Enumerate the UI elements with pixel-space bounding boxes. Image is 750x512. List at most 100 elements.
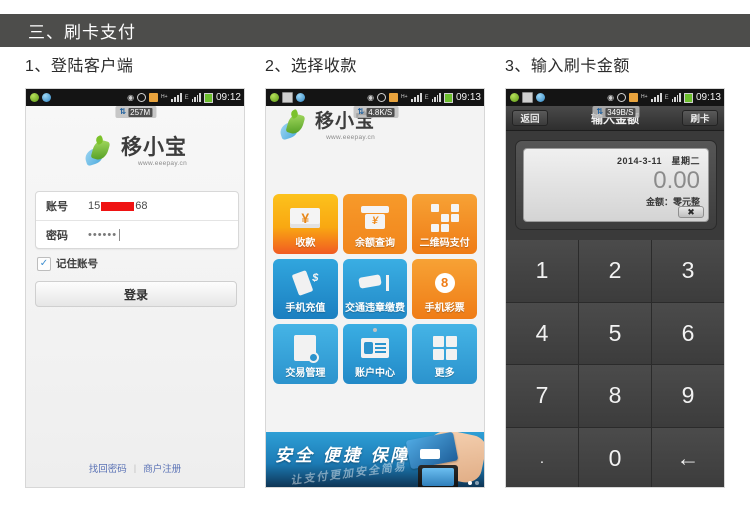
tile-label: 交通违章缴费 xyxy=(344,303,405,314)
tile-mobile-lottery[interactable]: 8 手机彩票 xyxy=(412,259,477,319)
alarm-clock-icon xyxy=(617,93,627,102)
key-0[interactable]: 0 xyxy=(579,427,651,487)
lottery-ball-icon: 8 xyxy=(412,266,477,299)
app-notification-icon xyxy=(30,93,39,102)
edge-label-icon: E xyxy=(184,94,189,101)
key-2[interactable]: 2 xyxy=(579,240,651,302)
key-7[interactable]: 7 xyxy=(506,365,578,427)
amount-display: 2014-3-11 星期二 0.00 金额：零元整 ✖ xyxy=(523,148,709,222)
signal-bars-icon xyxy=(170,93,182,102)
status-bar-3: ◉ H+ E 09:13 xyxy=(506,89,724,106)
back-button[interactable]: 返回 xyxy=(512,110,548,126)
account-card-icon xyxy=(343,331,408,364)
brand-text-1: 移小宝 www.eeepay.cn xyxy=(121,136,187,168)
tile-transaction-management[interactable]: 交易管理 xyxy=(273,324,338,384)
password-label: 密码 xyxy=(46,229,68,242)
section-title: 三、刷卡支付 xyxy=(28,23,136,42)
step-captions: 1、登陆客户端 2、选择收款 3、输入刷卡金额 xyxy=(0,52,750,82)
forgot-password-link[interactable]: 找回密码 xyxy=(89,461,127,475)
tile-qrcode-payment[interactable]: 二维码支付 xyxy=(412,194,477,254)
hsdpa-label-icon: H+ xyxy=(401,94,408,100)
tile-collect-payment[interactable]: ¥ 收款 xyxy=(273,194,338,254)
key-5[interactable]: 5 xyxy=(579,302,651,364)
password-input[interactable]: •••••• xyxy=(88,228,121,241)
login-bottom-links: 找回密码 | 商户注册 xyxy=(26,461,244,476)
status-bar-left-icons-3 xyxy=(510,92,545,103)
leaf-logo-icon xyxy=(278,108,310,142)
signal-bars-icon xyxy=(650,93,662,102)
tile-account-center[interactable]: 账户中心 xyxy=(342,324,408,384)
battery-icon xyxy=(683,92,693,103)
merchant-register-link[interactable]: 商户注册 xyxy=(143,461,181,475)
tile-balance-query[interactable]: ¥ 余额查询 xyxy=(342,194,408,254)
phone-screenshot-amount-entry: ◉ H+ E 09:13 ⇅ 349B/S 返回 刷卡 输入金额 2014-3-… xyxy=(505,88,725,488)
tile-label: 二维码支付 xyxy=(419,238,470,249)
key-decimal-point[interactable]: . xyxy=(506,427,578,487)
network-speed-badge-2: ⇅ 4.8K/S xyxy=(353,106,399,118)
eye-icon: ◉ xyxy=(607,93,615,102)
account-redaction-bar xyxy=(101,201,135,211)
key-6[interactable]: 6 xyxy=(652,302,724,364)
status-bar-left-icons-1 xyxy=(30,93,51,102)
network-speed-value-3: 349B/S xyxy=(605,107,636,117)
display-date: 2014-3-11 星期二 xyxy=(616,156,700,166)
status-bar-clock-1: 09:12 xyxy=(215,92,241,103)
tile-more[interactable]: 更多 xyxy=(412,324,477,384)
remember-account-label: 记住账号 xyxy=(56,258,98,270)
edge-label-icon: E xyxy=(664,94,669,101)
atm-balance-icon: ¥ xyxy=(343,201,408,234)
status-bar-2: ◉ H+ E 09:13 xyxy=(266,89,484,106)
numeric-keypad: 1 2 3 4 5 6 7 8 9 . 0 ← xyxy=(506,240,724,487)
key-9[interactable]: 9 xyxy=(652,365,724,427)
password-masked-value: •••••• xyxy=(88,228,118,241)
hsdpa-label-icon: H+ xyxy=(641,94,648,100)
tile-label: 余额查询 xyxy=(354,238,395,249)
qrcode-icon xyxy=(412,201,477,234)
account-row[interactable]: 账号 15 68 xyxy=(36,192,238,220)
key-1[interactable]: 1 xyxy=(506,240,578,302)
remember-account-checkbox[interactable]: ✓ xyxy=(37,256,51,271)
amount-entry-body: 返回 刷卡 输入金额 2014-3-11 星期二 0.00 金额：零元整 ✖ 1… xyxy=(506,106,724,487)
alarm-clock-icon xyxy=(137,93,147,102)
screenshot-icon xyxy=(522,92,533,103)
status-bar-1: ◉ H+ E 09:12 xyxy=(26,89,244,106)
updown-arrows-icon: ⇅ xyxy=(596,107,604,116)
network-speed-value-2: 4.8K/S xyxy=(366,107,395,117)
key-3[interactable]: 3 xyxy=(652,240,724,302)
promo-banner[interactable]: 安全 便捷 保障 让支付更加安全简易 xyxy=(266,432,484,487)
check-icon: ✓ xyxy=(39,257,49,269)
display-amount-in-words: 金额：零元整 xyxy=(645,197,700,207)
tile-label: 交易管理 xyxy=(285,368,326,379)
mobile-topup-icon: $ xyxy=(273,266,338,299)
banner-indicator-dots[interactable] xyxy=(468,481,479,485)
account-prefix: 15 xyxy=(88,200,101,212)
tile-traffic-fine[interactable]: 交通违章缴费 xyxy=(342,259,408,319)
login-button[interactable]: 登录 xyxy=(35,281,237,307)
page-indicator-dots[interactable] xyxy=(266,328,484,332)
account-input[interactable]: 15 68 xyxy=(88,200,148,212)
text-caret xyxy=(119,228,121,241)
clear-amount-button[interactable]: ✖ xyxy=(678,206,704,218)
swipe-card-button[interactable]: 刷卡 xyxy=(682,110,718,126)
password-row[interactable]: 密码 •••••• xyxy=(36,220,238,248)
cash-receive-icon: ¥ xyxy=(273,201,338,234)
more-grid-icon xyxy=(412,331,477,364)
status-bar-right-icons-2: ◉ H+ E 09:13 xyxy=(367,92,481,103)
signal-bars-secondary-icon xyxy=(431,93,441,102)
remember-account-checkbox-row[interactable]: ✓ 记住账号 xyxy=(37,256,98,271)
status-bar-left-icons-2 xyxy=(270,92,305,103)
tile-mobile-topup[interactable]: $ 手机充值 xyxy=(273,259,338,319)
key-4[interactable]: 4 xyxy=(506,302,578,364)
tile-label: 账户中心 xyxy=(354,368,395,379)
card-reader-icon xyxy=(420,449,440,459)
key-8[interactable]: 8 xyxy=(579,365,651,427)
sync-notification-icon xyxy=(536,93,545,102)
key-backspace[interactable]: ← xyxy=(652,427,724,487)
network-speed-value-1: 257M xyxy=(128,107,153,117)
signal-bars-secondary-icon xyxy=(671,93,681,102)
brand-name-1: 移小宝 xyxy=(121,136,187,159)
phone-screenshot-login: ◉ H+ E 09:12 ⇅ 257M 移小宝 www.eeepay.cn 账号… xyxy=(25,88,245,488)
network-speed-badge-1: ⇅ 257M xyxy=(115,106,157,118)
home-tile-grid: ¥ 收款 ¥ 余额查询 二维码支付 $ 手机充值 交通违章缴费 8 手机彩票 交… xyxy=(273,194,477,384)
tile-label: 更多 xyxy=(434,368,455,379)
